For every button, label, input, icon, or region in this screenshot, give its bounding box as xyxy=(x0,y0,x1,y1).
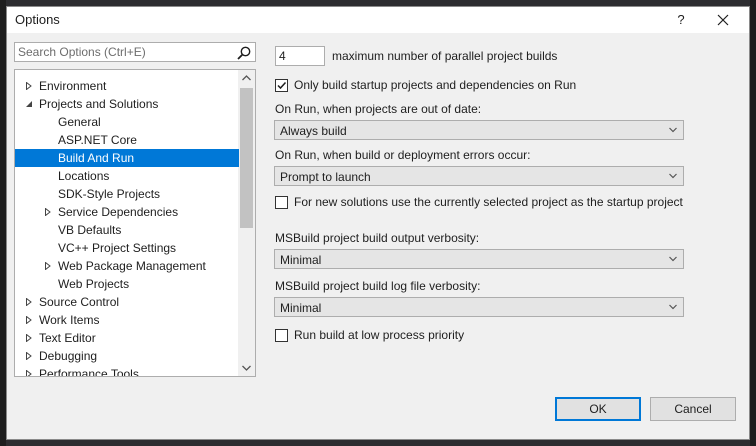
parallel-builds-field xyxy=(275,46,325,66)
tree-item-label: Work Items xyxy=(39,313,100,327)
window-title: Options xyxy=(15,12,60,27)
output-verbosity-value: Minimal xyxy=(280,253,322,267)
low-priority-checkbox[interactable] xyxy=(275,329,288,342)
tree-item-label: Locations xyxy=(58,169,110,183)
tree-scrollbar[interactable] xyxy=(238,70,255,376)
tree-item-label: Projects and Solutions xyxy=(39,97,159,111)
tree-item-label: Text Editor xyxy=(39,331,96,345)
tree-item[interactable]: Text Editor xyxy=(15,329,239,347)
tree-item[interactable]: Locations xyxy=(15,167,239,185)
tree-item-label: Service Dependencies xyxy=(58,205,179,219)
tree-item[interactable]: SDK-Style Projects xyxy=(15,185,239,203)
background-window-edge-right xyxy=(750,0,756,446)
close-icon xyxy=(717,14,729,26)
tree-item-label: Web Package Management xyxy=(58,259,206,273)
tree-item[interactable]: VB Defaults xyxy=(15,221,239,239)
tree-item-label: Web Projects xyxy=(58,277,130,291)
tree-item[interactable]: Environment xyxy=(15,77,239,95)
expanded-arrow-icon[interactable] xyxy=(25,100,33,108)
build-errors-label: On Run, when build or deployment errors … xyxy=(275,148,531,162)
tree-item-label: Environment xyxy=(39,79,107,93)
tree-item[interactable]: Work Items xyxy=(15,311,239,329)
collapsed-arrow-icon[interactable] xyxy=(25,316,33,324)
tree-item-label: VC++ Project Settings xyxy=(58,241,177,255)
options-dialog: Options ? Envir xyxy=(6,6,750,440)
tree-item-label: VB Defaults xyxy=(58,223,122,237)
chevron-down-icon xyxy=(669,256,677,262)
tree-item[interactable]: VC++ Project Settings xyxy=(15,239,239,257)
cancel-button[interactable]: Cancel xyxy=(650,397,736,421)
log-verbosity-select[interactable]: Minimal xyxy=(274,297,684,317)
chevron-down-icon xyxy=(669,304,677,310)
tree-item[interactable]: Build And Run xyxy=(15,149,239,167)
collapsed-arrow-icon[interactable] xyxy=(44,262,52,270)
log-verbosity-label: MSBuild project build log file verbosity… xyxy=(275,279,481,293)
collapsed-arrow-icon[interactable] xyxy=(25,334,33,342)
parallel-builds-input[interactable] xyxy=(276,48,323,64)
tree-item[interactable]: Web Package Management xyxy=(15,257,239,275)
options-tree: Environment Projects and Solutions General… xyxy=(14,69,256,377)
tree-item[interactable]: General xyxy=(15,113,239,131)
out-of-date-label: On Run, when projects are out of date: xyxy=(275,102,482,116)
title-bar: Options ? xyxy=(7,7,749,33)
checkmark-icon xyxy=(277,81,287,90)
chevron-down-icon xyxy=(669,127,677,133)
only-startup-label[interactable]: Only build startup projects and dependen… xyxy=(294,78,576,92)
out-of-date-select[interactable]: Always build xyxy=(274,120,684,140)
tree-item[interactable]: Service Dependencies xyxy=(15,203,239,221)
chevron-down-icon xyxy=(242,365,251,371)
scroll-up-button[interactable] xyxy=(238,70,255,87)
tree-item[interactable]: Projects and Solutions xyxy=(15,95,239,113)
chevron-down-icon xyxy=(669,173,677,179)
collapsed-arrow-icon[interactable] xyxy=(44,208,52,216)
only-startup-checkbox[interactable] xyxy=(275,79,288,92)
tree-item-label: Performance Tools xyxy=(39,367,139,377)
chevron-up-icon xyxy=(242,75,251,81)
tree-item-label: ASP.NET Core xyxy=(58,133,137,147)
scroll-down-button[interactable] xyxy=(238,359,255,376)
tree-item-label: Source Control xyxy=(39,295,120,309)
close-button[interactable] xyxy=(711,10,735,30)
build-errors-select[interactable]: Prompt to launch xyxy=(274,166,684,186)
parallel-builds-label: maximum number of parallel project build… xyxy=(332,49,558,63)
search-input[interactable] xyxy=(18,44,228,60)
tree-item[interactable]: Web Projects xyxy=(15,275,239,293)
tree-item-label: Debugging xyxy=(39,349,98,363)
collapsed-arrow-icon[interactable] xyxy=(25,370,33,377)
tree-item-label: General xyxy=(58,115,101,129)
tree-item-label: SDK-Style Projects xyxy=(58,187,161,201)
log-verbosity-value: Minimal xyxy=(280,301,322,315)
tree-item[interactable]: Debugging xyxy=(15,347,239,365)
scroll-thumb[interactable] xyxy=(240,88,253,228)
search-icon[interactable] xyxy=(236,45,252,61)
tree-item[interactable]: Source Control xyxy=(15,293,239,311)
help-button[interactable]: ? xyxy=(669,10,693,30)
output-verbosity-select[interactable]: Minimal xyxy=(274,249,684,269)
new-solutions-checkbox[interactable] xyxy=(275,196,288,209)
out-of-date-value: Always build xyxy=(280,124,347,138)
ok-button[interactable]: OK xyxy=(555,397,641,421)
search-box xyxy=(14,42,256,62)
collapsed-arrow-icon[interactable] xyxy=(25,352,33,360)
output-verbosity-label: MSBuild project build output verbosity: xyxy=(275,231,480,245)
collapsed-arrow-icon[interactable] xyxy=(25,298,33,306)
tree-item[interactable]: ASP.NET Core xyxy=(15,131,239,149)
low-priority-label[interactable]: Run build at low process priority xyxy=(294,328,464,342)
new-solutions-label[interactable]: For new solutions use the currently sele… xyxy=(294,195,683,209)
collapsed-arrow-icon[interactable] xyxy=(25,82,33,90)
build-errors-value: Prompt to launch xyxy=(280,170,371,184)
tree-item[interactable]: Performance Tools xyxy=(15,365,239,377)
tree-item-label: Build And Run xyxy=(58,151,135,165)
